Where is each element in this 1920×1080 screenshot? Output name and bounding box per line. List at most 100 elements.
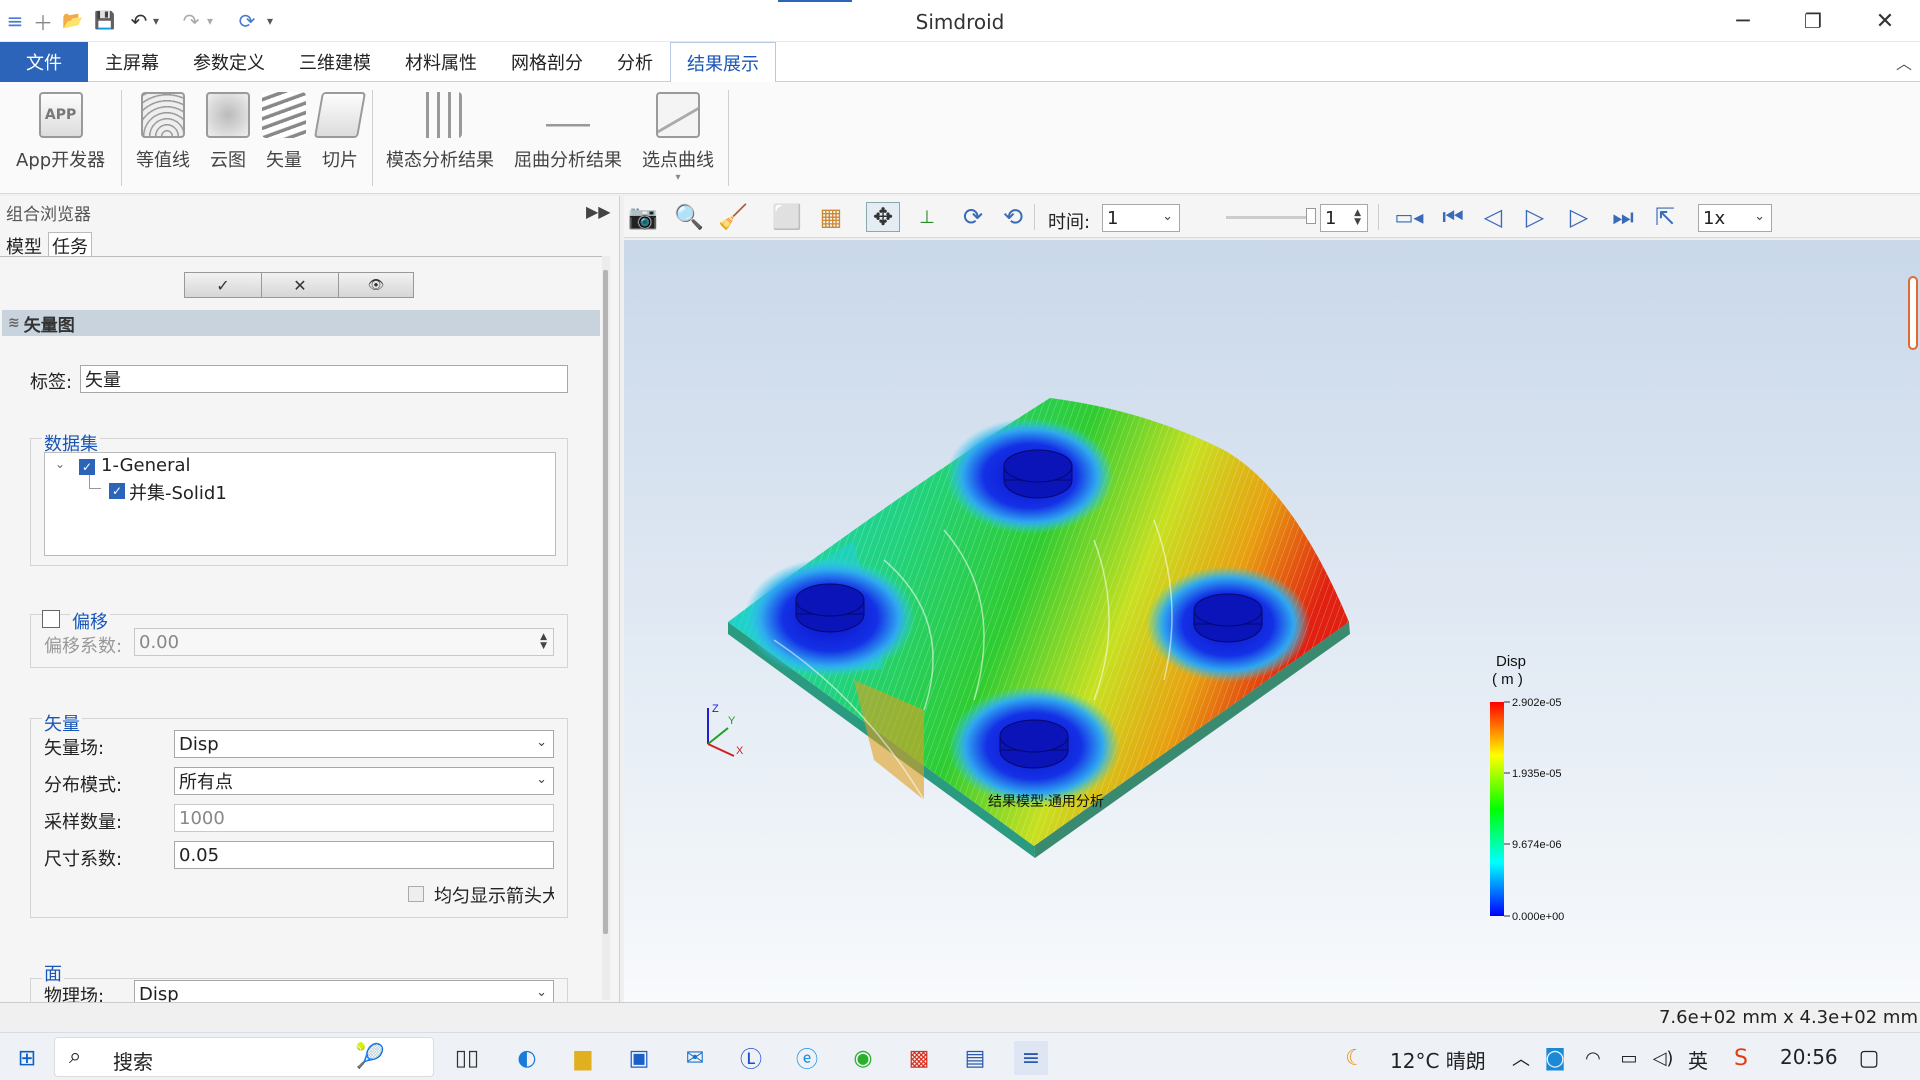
panel-scrollbar-thumb[interactable] xyxy=(603,270,608,934)
minimize-button[interactable]: ─ xyxy=(1708,0,1778,42)
frame-spinbox[interactable]: 1 ▲ ▼ xyxy=(1320,204,1368,232)
distribution-mode-select[interactable]: 所有点 ⌄ xyxy=(174,767,554,795)
chevron-down-icon: ⌄ xyxy=(1162,209,1173,224)
chevron-up-icon[interactable]: ︿ xyxy=(1504,1041,1538,1075)
tree-item-solid1[interactable]: 并集-Solid1 xyxy=(129,479,227,505)
eye-icon: 👁 xyxy=(367,277,385,293)
3d-viewport[interactable]: Disp ( m ) 2.902e-05 1.935e-05 9.674e-06… xyxy=(624,240,1920,1002)
collapse-ribbon-icon[interactable]: ︿ xyxy=(1896,50,1912,74)
pan-icon[interactable]: ✥ xyxy=(866,202,900,232)
vector-button[interactable]: 矢量 xyxy=(262,92,306,172)
mail-icon[interactable]: ✉ xyxy=(678,1041,712,1075)
pick-curve-dropdown-icon[interactable]: ▾ xyxy=(675,172,680,183)
next-frame-icon[interactable]: ▷ xyxy=(1562,202,1596,232)
render-mode-icon[interactable]: ▦ xyxy=(814,202,848,232)
export-icon[interactable]: ⇱ xyxy=(1648,202,1682,232)
visibility-button[interactable]: 👁 xyxy=(338,272,414,298)
task-view-icon[interactable]: ▯▯ xyxy=(450,1041,484,1075)
menu-3d-modeling[interactable]: 三维建模 xyxy=(290,42,380,82)
speed-select[interactable]: 1x ⌄ xyxy=(1698,204,1772,232)
play-icon[interactable]: ▷ xyxy=(1518,202,1552,232)
time-slider-handle[interactable] xyxy=(1306,208,1316,224)
legend-tick-label: 1.935e-05 xyxy=(1512,768,1562,780)
spin-icon: ▲ ▼ xyxy=(1354,208,1361,227)
check-icon: ✓ xyxy=(216,275,230,295)
physics-field-value: Disp xyxy=(139,983,179,1003)
wifi-icon[interactable]: ◠ xyxy=(1576,1041,1610,1075)
last-frame-icon[interactable]: ⏭ xyxy=(1606,202,1640,232)
axis-triad: Z Y X xyxy=(707,703,744,757)
tab-task[interactable]: 任务 xyxy=(48,232,92,258)
ime-indicator[interactable]: 英 xyxy=(1688,1045,1708,1074)
taskbar-search-box[interactable]: ⌕ 搜索 🎾 xyxy=(54,1037,434,1077)
cloud-map-button[interactable]: 云图 xyxy=(206,92,250,172)
weather-text[interactable]: 12°C 晴朗 xyxy=(1390,1045,1486,1074)
tab-model[interactable]: 模型 xyxy=(2,232,46,258)
record-video-icon[interactable]: ▭◂ xyxy=(1392,202,1426,232)
office-icon[interactable]: ▩ xyxy=(902,1041,936,1075)
ok-button[interactable]: ✓ xyxy=(184,272,262,298)
tree-item-general[interactable]: 1-General xyxy=(101,455,191,476)
windows-start-icon[interactable]: ⊞ xyxy=(10,1041,44,1075)
buckling-results-button[interactable]: 屈曲分析结果 xyxy=(514,92,622,172)
dataset-checkbox-solid1[interactable]: ✓ xyxy=(109,483,125,499)
menu-home[interactable]: 主屏幕 xyxy=(96,42,168,82)
uniform-arrow-checkbox[interactable] xyxy=(408,886,424,902)
store-icon[interactable]: ▣ xyxy=(622,1041,656,1075)
maximize-button[interactable]: ❐ xyxy=(1778,0,1848,42)
edge-icon[interactable]: ◐ xyxy=(510,1041,544,1075)
file-explorer-icon[interactable]: ▆ xyxy=(566,1041,600,1075)
collapse-panel-icon[interactable]: ▶▶ xyxy=(586,202,611,221)
uniform-arrow-label: 均匀显示箭头大 xyxy=(434,886,554,907)
prev-frame-icon[interactable]: ◁ xyxy=(1476,202,1510,232)
notification-icon[interactable]: ▢ xyxy=(1852,1041,1886,1075)
tree-expand-icon[interactable]: ⌄ xyxy=(55,457,65,471)
clear-icon[interactable]: 🧹 xyxy=(716,202,750,232)
search-highlight-icon: 🎾 xyxy=(355,1042,385,1070)
view-cube-icon[interactable]: ⬜ xyxy=(770,202,804,232)
cancel-button[interactable]: ✕ xyxy=(261,272,339,298)
battery-icon[interactable]: ▭ xyxy=(1612,1041,1646,1075)
panel-scrollbar[interactable] xyxy=(602,256,610,1000)
viewport-scroll-indicator[interactable] xyxy=(1908,276,1918,350)
vector-field-select[interactable]: Disp ⌄ xyxy=(174,730,554,758)
pick-curve-button[interactable]: 选点曲线 ▾ xyxy=(642,92,714,183)
axis-x-label: X xyxy=(736,745,744,757)
menu-mesh[interactable]: 网格剖分 xyxy=(502,42,592,82)
time-select[interactable]: 1 ⌄ xyxy=(1102,204,1180,232)
simdroid-taskbar-icon[interactable]: ▤ xyxy=(958,1041,992,1075)
menu-materials[interactable]: 材料属性 xyxy=(396,42,486,82)
time-slider[interactable] xyxy=(1226,216,1308,219)
menu-params[interactable]: 参数定义 xyxy=(184,42,274,82)
offset-checkbox[interactable] xyxy=(42,610,60,628)
contour-button[interactable]: 等值线 xyxy=(136,92,190,172)
rotate-ccw-icon[interactable]: ⟲ xyxy=(996,202,1030,232)
close-button[interactable]: ✕ xyxy=(1850,0,1920,42)
first-frame-icon[interactable]: ⏮ xyxy=(1436,202,1470,232)
sogou-icon[interactable]: S xyxy=(1724,1041,1758,1075)
zoom-icon[interactable]: 🔍 xyxy=(672,202,706,232)
legend-tick-label: 2.902e-05 xyxy=(1512,697,1562,709)
label-input[interactable]: 矢量 xyxy=(80,365,568,393)
menu-analysis[interactable]: 分析 xyxy=(608,42,662,82)
dataset-checkbox-general[interactable]: ✓ xyxy=(79,459,95,475)
simdroid-active-icon[interactable]: ≡ xyxy=(1014,1041,1048,1075)
slice-button[interactable]: 切片 xyxy=(313,92,367,172)
wechat-icon[interactable]: ◉ xyxy=(846,1041,880,1075)
menu-file[interactable]: 文件 xyxy=(0,42,88,82)
sample-count-input[interactable]: 1000 xyxy=(174,804,554,832)
app-developer-button[interactable]: APP App开发器 xyxy=(16,92,105,172)
lenovo-icon[interactable]: Ⓛ xyxy=(734,1041,768,1075)
modal-results-button[interactable]: 模态分析结果 xyxy=(386,92,494,172)
rotate-cw-icon[interactable]: ⟳ xyxy=(956,202,990,232)
axis-view-icon[interactable]: ⊥ xyxy=(910,202,944,232)
menu-results[interactable]: 结果展示 xyxy=(670,42,776,82)
physics-field-select[interactable]: Disp ⌄ xyxy=(134,980,554,1002)
camera-icon[interactable]: 📷 xyxy=(626,202,660,232)
section-header-vector-plot[interactable]: ≋ 矢量图 xyxy=(2,310,600,336)
volume-icon[interactable]: ◁) xyxy=(1646,1041,1680,1075)
ie-icon[interactable]: ⓔ xyxy=(790,1041,824,1075)
size-coef-input[interactable]: 0.05 xyxy=(174,841,554,869)
clock[interactable]: 20:56 xyxy=(1780,1045,1838,1069)
tray-app-icon[interactable]: ◙ xyxy=(1538,1041,1572,1075)
